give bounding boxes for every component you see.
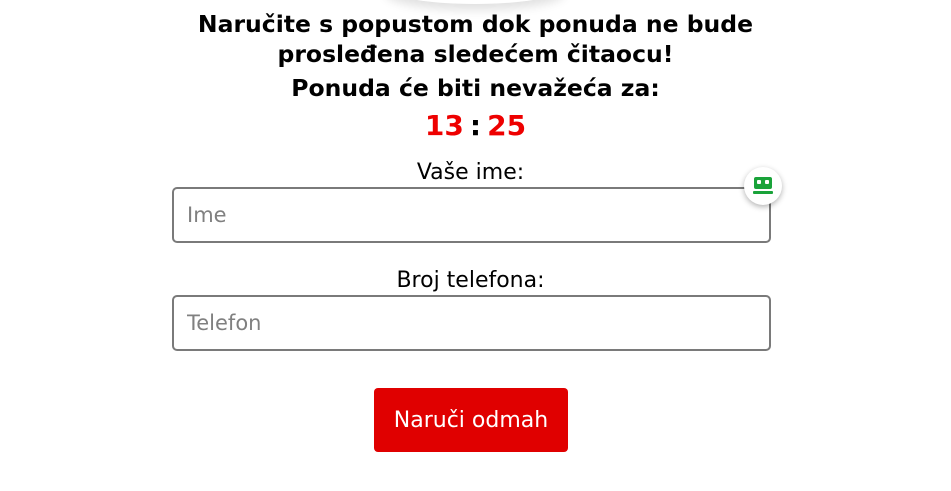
- offer-heading-line-1: Naručite s popustom dok ponuda ne bude: [197, 10, 754, 38]
- timer-separator: :: [469, 109, 482, 142]
- phone-label: Broj telefona:: [396, 268, 545, 293]
- name-label: Vaše ime:: [416, 160, 525, 185]
- name-input[interactable]: [172, 187, 771, 243]
- password-manager-icon: [753, 177, 773, 194]
- countdown-timer: 13:25: [0, 108, 951, 144]
- top-decoration: [385, 0, 565, 4]
- order-now-button[interactable]: Naruči odmah: [374, 388, 568, 452]
- timer-minutes: 13: [424, 109, 464, 142]
- timer-seconds: 25: [487, 109, 527, 142]
- offer-expiry-heading: Ponuda će biti nevažeća za:: [291, 74, 660, 102]
- offer-heading-line-2: prosleđena sledećem čitaocu!: [277, 40, 674, 68]
- password-manager-button[interactable]: [744, 167, 782, 205]
- phone-input[interactable]: [172, 295, 771, 351]
